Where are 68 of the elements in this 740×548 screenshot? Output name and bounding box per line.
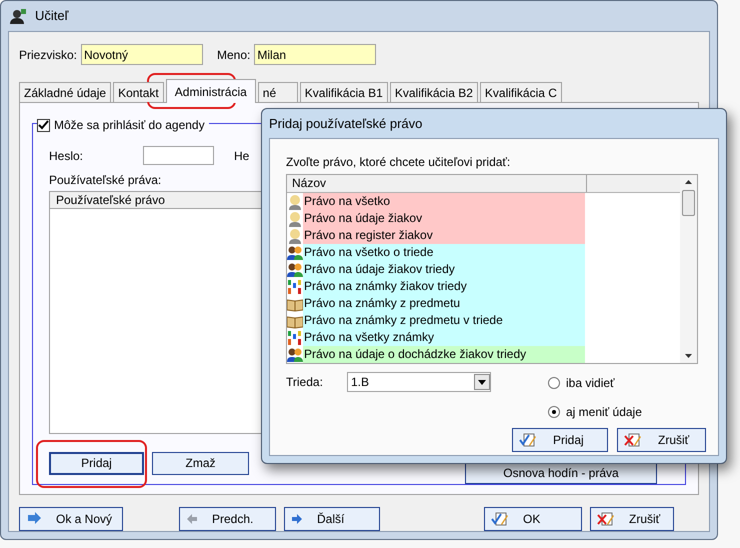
check-pen-icon [491, 511, 509, 527]
footer-button[interactable]: Ok a Nový [19, 507, 123, 531]
add-icon [26, 511, 42, 527]
lesson-rights-button[interactable]: Osnova hodín - práva [465, 462, 657, 484]
list-item[interactable]: Právo na údaje žiakov triedy [303, 261, 585, 278]
teacher-icon [9, 8, 27, 24]
tab[interactable]: Administrácia [166, 79, 256, 103]
cancel-pen-icon [597, 511, 615, 527]
scrollbar[interactable] [680, 175, 697, 363]
tab[interactable]: Kvalifikácia C [480, 82, 562, 102]
text-field[interactable]: Novotný [81, 44, 204, 65]
footer-button[interactable]: OK [484, 507, 582, 531]
delete-button[interactable]: Zmaž [152, 452, 249, 474]
person-icon [287, 210, 303, 226]
people-icon [287, 346, 303, 362]
password-field[interactable] [143, 146, 214, 165]
check-pen-icon [519, 432, 537, 448]
checkbox[interactable] [37, 118, 50, 132]
tab[interactable]: Kvalifikácia B1 [300, 82, 388, 102]
footer-button[interactable]: Predch. [179, 507, 276, 531]
list-item[interactable]: Právo na register žiakov [303, 227, 585, 244]
arrow-left-icon [186, 513, 198, 525]
field-label: He [234, 148, 250, 164]
scroll-up-icon[interactable] [685, 180, 692, 184]
list-item[interactable]: Právo na známky žiakov triedy [303, 278, 585, 295]
footer-button[interactable]: Ďalší [284, 507, 380, 531]
prompt-text: Zvoľte právo, ktoré chcete učiteľovi pridať: [286, 154, 512, 171]
people-icon [287, 244, 303, 260]
tab[interactable]: Kvalifikácia B2 [390, 82, 478, 102]
radio-label: iba vidieť [566, 375, 615, 392]
list-item[interactable]: Právo na všetko [303, 193, 585, 210]
field-label: Priezvisko: [19, 46, 78, 64]
tab[interactable]: Základné údaje [19, 82, 112, 102]
radio-button[interactable] [548, 377, 560, 389]
list-item[interactable]: Právo na všetky známky [303, 329, 585, 346]
arrow-right-icon [291, 513, 303, 525]
dialog-button[interactable]: Pridaj [512, 428, 608, 452]
list-item[interactable]: Právo na známky z predmetu v triede [303, 312, 585, 329]
list-item[interactable]: Právo na všetko o triede [303, 244, 585, 261]
window-title: Učiteľ [35, 7, 68, 26]
field-label: Trieda: [286, 374, 324, 391]
people-icon [287, 262, 303, 278]
checkbox-label: Môže sa prihlásiť do agendy [54, 117, 205, 134]
add-button[interactable]: Pridaj [49, 452, 144, 474]
field-label: Heslo: [49, 148, 84, 164]
grades-icon [287, 278, 303, 294]
tab[interactable]: né [258, 82, 298, 102]
person-icon [287, 194, 303, 210]
text-field[interactable]: Milan [254, 44, 376, 65]
person-icon [287, 228, 303, 244]
class-dropdown[interactable]: 1.B [347, 372, 491, 392]
tab[interactable]: Kontakt [113, 82, 164, 102]
list-item[interactable]: Právo na známky z predmetu [303, 295, 585, 312]
radio-button[interactable] [548, 406, 560, 418]
radio-label: aj meniť údaje [566, 404, 642, 421]
column-header: Názov [287, 175, 587, 192]
dialog-title: Pridaj používateľské právo [269, 114, 422, 133]
grades-icon [287, 330, 303, 346]
list-item[interactable]: Právo na údaje o dochádzke žiakov triedy [303, 346, 585, 363]
dialog-button[interactable]: Zrušiť [617, 428, 706, 452]
scroll-down-icon[interactable] [685, 354, 692, 358]
field-label: Meno: [217, 46, 250, 64]
cancel-pen-icon [624, 432, 642, 448]
list-item[interactable]: Právo na údaje žiakov [303, 210, 585, 227]
footer-button[interactable]: Zrušiť [590, 507, 674, 531]
dropdown-icon [474, 374, 490, 390]
list-label: Používateľské práva: [49, 172, 162, 189]
scroll-thumb[interactable] [682, 190, 695, 216]
